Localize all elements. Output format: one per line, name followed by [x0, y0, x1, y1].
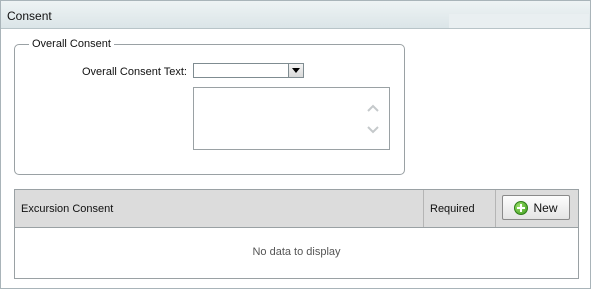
overall-consent-legend: Overall Consent — [32, 38, 111, 50]
excursion-consent-grid: Excursion Consent Required New No data t… — [14, 189, 579, 279]
add-icon — [514, 200, 529, 215]
scroll-down-icon[interactable] — [366, 123, 380, 137]
window-titlebar: Consent — [1, 1, 590, 29]
overall-consent-text-combo[interactable] — [193, 63, 304, 78]
consent-window: Consent Overall Consent Overall Consent … — [0, 0, 591, 289]
titlebar-highlight — [449, 14, 589, 28]
overall-consent-text-label: Overall Consent Text: — [82, 66, 187, 78]
empty-grid-message: No data to display — [252, 246, 341, 258]
grid-header: Excursion Consent Required New — [15, 190, 578, 228]
new-button[interactable]: New — [502, 195, 570, 220]
chevron-down-icon — [292, 68, 300, 73]
combo-dropdown-button[interactable] — [288, 64, 303, 77]
column-header-excursion-consent[interactable]: Excursion Consent — [21, 203, 113, 215]
column-divider — [495, 190, 496, 227]
new-button-label: New — [533, 200, 558, 215]
column-header-required[interactable]: Required — [430, 203, 475, 215]
overall-consent-textarea[interactable] — [193, 87, 390, 150]
window-title: Consent — [7, 9, 52, 23]
scroll-up-icon[interactable] — [366, 101, 380, 115]
column-divider — [423, 190, 424, 227]
